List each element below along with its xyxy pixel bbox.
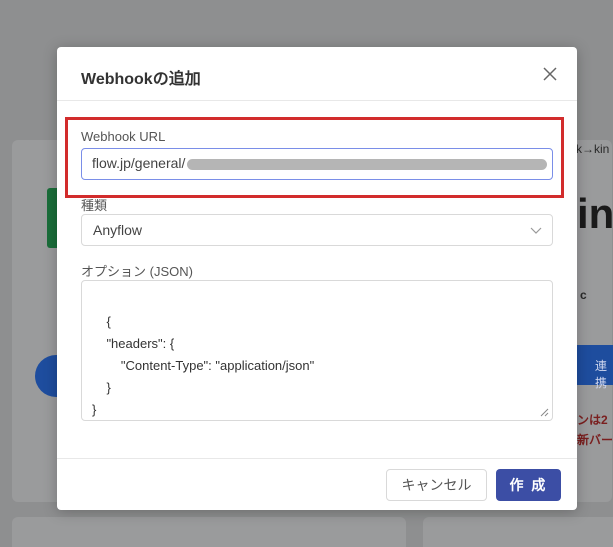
options-json-label: オプション (JSON) — [81, 264, 193, 279]
background-c-badge: c — [580, 288, 587, 302]
chevron-down-icon — [530, 227, 542, 234]
add-webhook-dialog: Webhookの追加 Webhook URL flow.jp/general/ … — [57, 47, 577, 510]
resize-grip-icon[interactable] — [540, 408, 549, 417]
background-text-fragment: k→kin — [576, 142, 610, 156]
type-select-value: Anyflow — [93, 222, 143, 238]
options-json-value: { "headers": { "Content-Type": "applicat… — [92, 314, 315, 417]
options-json-textarea[interactable]: { "headers": { "Content-Type": "applicat… — [81, 280, 553, 421]
create-button[interactable]: 作 成 — [496, 469, 561, 501]
highlight-annotation — [65, 117, 564, 198]
dialog-header: Webhookの追加 — [57, 47, 577, 101]
type-select[interactable]: Anyflow — [81, 214, 553, 246]
background-card-bottom-right — [423, 517, 613, 547]
background-red-text-2: 新バー — [577, 433, 613, 447]
background-connect-button: 連携 — [577, 345, 613, 390]
dialog-footer: キャンセル 作 成 — [57, 458, 577, 510]
type-label: 種類 — [81, 198, 108, 213]
background-big-text: in — [577, 190, 613, 237]
dialog-title: Webhookの追加 — [81, 71, 201, 88]
cancel-button[interactable]: キャンセル — [386, 469, 487, 501]
background-card-bottom-left — [12, 517, 406, 547]
background-red-text-1: ンは2 — [577, 413, 608, 427]
close-icon[interactable] — [541, 65, 559, 83]
